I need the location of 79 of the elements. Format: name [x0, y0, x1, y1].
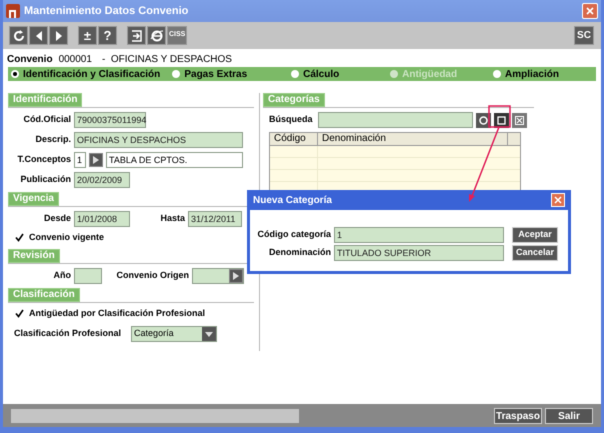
close-icon — [554, 196, 562, 204]
field-label: Código categoría — [256, 228, 331, 241]
lookup-button[interactable] — [89, 153, 103, 167]
close-button[interactable] — [582, 3, 598, 19]
play-arrow-icon — [233, 272, 239, 280]
toolbar-button[interactable]: SC — [574, 26, 594, 45]
field-label: Denominación — [268, 246, 331, 259]
checkbox[interactable] — [14, 308, 24, 318]
description-field[interactable]: OFICINAS Y DESPACHOS — [74, 132, 243, 148]
field-label: Cód.Oficial — [22, 113, 71, 126]
concepts-table-field[interactable]: TABLA DE CPTOS. — [106, 152, 243, 168]
cod-oficial-field[interactable]: 79000375011994 — [74, 112, 146, 128]
dialog-field[interactable]: TITULADO SUPERIOR — [334, 244, 504, 260]
toolbar-button[interactable] — [127, 26, 146, 45]
toolbar-button[interactable] — [147, 26, 166, 45]
field-label: Clasificación Profesional — [14, 327, 122, 340]
toolbar-button[interactable] — [9, 26, 28, 45]
refresh-icon — [12, 28, 26, 42]
section-title: Vigencia — [8, 192, 59, 206]
field-label: Año — [52, 268, 71, 282]
footer-button[interactable]: Salir — [545, 408, 593, 424]
new-button[interactable] — [494, 112, 509, 128]
section-title: Identificación — [8, 93, 82, 107]
lookup-button[interactable] — [229, 268, 243, 282]
section-title: Categorías — [263, 93, 325, 107]
toolbar-button[interactable] — [29, 26, 48, 45]
delete-button[interactable] — [512, 112, 527, 128]
radio-button[interactable] — [11, 70, 19, 78]
highlight-frame — [488, 105, 511, 128]
field-label: Convenio Origen — [115, 268, 189, 282]
square-icon — [496, 116, 506, 124]
radio-label[interactable]: Cálculo — [303, 66, 340, 82]
refresh-icon — [478, 114, 489, 126]
close-icon — [586, 7, 594, 15]
field-label: Publicación — [19, 173, 71, 186]
concepts-code-field[interactable]: 1 — [74, 152, 86, 168]
field-label: Descrip. — [34, 133, 71, 146]
origin-field[interactable] — [192, 268, 244, 284]
window-title: Mantenimiento Datos Convenio — [24, 4, 190, 19]
classification-dropdown[interactable]: Categoría — [131, 326, 218, 342]
radio-label[interactable]: Identificación y Clasificación — [23, 66, 160, 82]
checkbox[interactable] — [14, 232, 24, 243]
checkbox-label: Antigüedad por Clasificación Profesional — [29, 306, 206, 320]
radio-button[interactable] — [172, 70, 180, 78]
field-label: T.Conceptos — [16, 153, 71, 166]
publication-date-field[interactable]: 20/02/2009 — [74, 172, 130, 188]
end-date-field[interactable]: 31/12/2011 — [188, 211, 242, 227]
convenio-name: - OFICINAS Y DESPACHOS — [102, 52, 232, 66]
app-logo-icon — [6, 4, 20, 18]
play-arrow-icon — [93, 156, 99, 164]
column-header[interactable]: Denominación — [318, 133, 508, 145]
dialog-button[interactable]: Aceptar — [512, 226, 558, 242]
convenio-code: 000001 — [58, 52, 92, 66]
globe-e-icon — [150, 28, 164, 42]
field-label: Desde — [42, 212, 71, 226]
convenio-label: Convenio — [7, 52, 53, 66]
radio-label[interactable]: Ampliación — [505, 66, 559, 82]
search-field[interactable] — [318, 112, 473, 128]
boxed-x-icon — [514, 116, 524, 124]
start-date-field[interactable]: 1/01/2008 — [74, 211, 130, 227]
footer-button[interactable]: Traspaso — [494, 408, 542, 424]
radio-label[interactable]: Pagas Extras — [184, 66, 248, 82]
section-title: Clasificación — [8, 288, 80, 302]
toolbar-button[interactable] — [49, 26, 68, 45]
column-header[interactable]: Código — [270, 133, 318, 145]
close-button[interactable] — [551, 193, 565, 207]
checkbox-label: Convenio vigente — [29, 231, 104, 244]
section-title: Revisión — [8, 248, 60, 262]
toolbar-button[interactable]: ? — [98, 26, 117, 45]
field-label: Hasta — [159, 212, 185, 226]
year-field[interactable] — [74, 268, 102, 284]
dialog-field[interactable]: 1 — [334, 226, 504, 242]
field-label: Búsqueda — [269, 113, 313, 126]
dialog-title: Nueva Categoría — [253, 194, 332, 208]
exit-icon — [130, 28, 144, 42]
dialog-button[interactable]: Cancelar — [512, 244, 558, 260]
toolbar-button[interactable]: ± — [78, 26, 97, 45]
radio-button[interactable] — [291, 70, 300, 78]
radio-button[interactable] — [493, 70, 502, 78]
